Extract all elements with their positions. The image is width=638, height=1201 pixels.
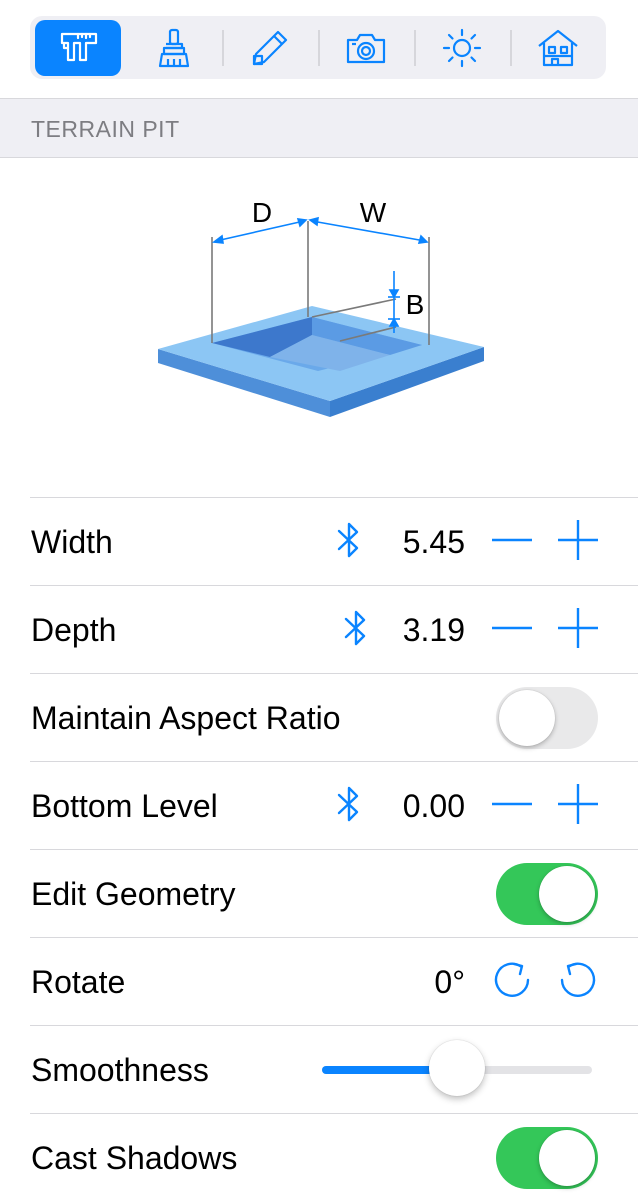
camera-icon: [346, 33, 386, 63]
minus-icon[interactable]: [490, 518, 534, 562]
section-header: TERRAIN PIT: [0, 98, 638, 158]
bottom-level-value[interactable]: 0.00: [403, 788, 465, 825]
cast-shadows-toggle[interactable]: [496, 1127, 598, 1189]
aspect-ratio-row: Maintain Aspect Ratio: [30, 673, 638, 761]
bottom-level-row: Bottom Level 0.00: [30, 761, 638, 849]
slider-thumb[interactable]: [429, 1040, 485, 1096]
tool-building[interactable]: [510, 16, 606, 79]
tool-segmented-control: [30, 16, 606, 79]
depth-value[interactable]: 3.19: [403, 612, 465, 649]
section-title: TERRAIN PIT: [31, 116, 180, 142]
label-d: D: [252, 197, 272, 228]
bluetooth-icon[interactable]: [331, 518, 367, 562]
tool-brush[interactable]: [126, 16, 222, 79]
caliper-icon: [60, 32, 98, 61]
label-b: B: [406, 289, 425, 320]
bluetooth-icon[interactable]: [331, 782, 367, 826]
aspect-ratio-toggle[interactable]: [496, 687, 598, 749]
plus-icon[interactable]: [556, 518, 600, 562]
terrain-pit-diagram: D W B: [158, 197, 484, 417]
rotate-label: Rotate: [31, 964, 126, 1000]
minus-icon[interactable]: [490, 782, 534, 826]
tool-camera[interactable]: [318, 16, 414, 79]
aspect-ratio-label: Maintain Aspect Ratio: [31, 700, 341, 736]
cast-shadows-label: Cast Shadows: [31, 1140, 238, 1176]
edit-geometry-row: Edit Geometry: [30, 849, 638, 937]
plus-icon[interactable]: [556, 606, 600, 650]
tool-pencil[interactable]: [222, 16, 318, 79]
toggle-knob: [539, 1130, 595, 1186]
sun-icon: [442, 28, 482, 67]
bottom-level-label: Bottom Level: [31, 788, 218, 824]
tool-lighting[interactable]: [414, 16, 510, 79]
rotate-row: Rotate 0°: [30, 937, 638, 1025]
brush-icon: [158, 28, 190, 67]
rotate-counterclockwise-icon[interactable]: [556, 958, 600, 1002]
bluetooth-icon[interactable]: [338, 606, 374, 650]
plus-icon[interactable]: [556, 782, 600, 826]
rotate-clockwise-icon[interactable]: [490, 958, 534, 1002]
smoothness-row: Smoothness: [30, 1025, 638, 1113]
label-w: W: [360, 197, 387, 228]
rotate-value: 0°: [434, 964, 465, 1000]
toggle-knob: [539, 866, 595, 922]
minus-icon[interactable]: [490, 606, 534, 650]
cast-shadows-row: Cast Shadows: [30, 1113, 638, 1201]
pencil-edit-icon: [252, 30, 288, 65]
edit-geometry-label: Edit Geometry: [31, 876, 236, 912]
width-row: Width 5.45: [30, 497, 638, 585]
width-value[interactable]: 5.45: [403, 524, 465, 561]
smoothness-label: Smoothness: [31, 1052, 209, 1088]
width-label: Width: [31, 524, 113, 560]
depth-row: Depth 3.19: [30, 585, 638, 673]
house-icon: [538, 29, 578, 66]
edit-geometry-toggle[interactable]: [496, 863, 598, 925]
tool-measure[interactable]: [30, 16, 126, 79]
depth-label: Depth: [31, 612, 117, 648]
toggle-knob: [499, 690, 555, 746]
